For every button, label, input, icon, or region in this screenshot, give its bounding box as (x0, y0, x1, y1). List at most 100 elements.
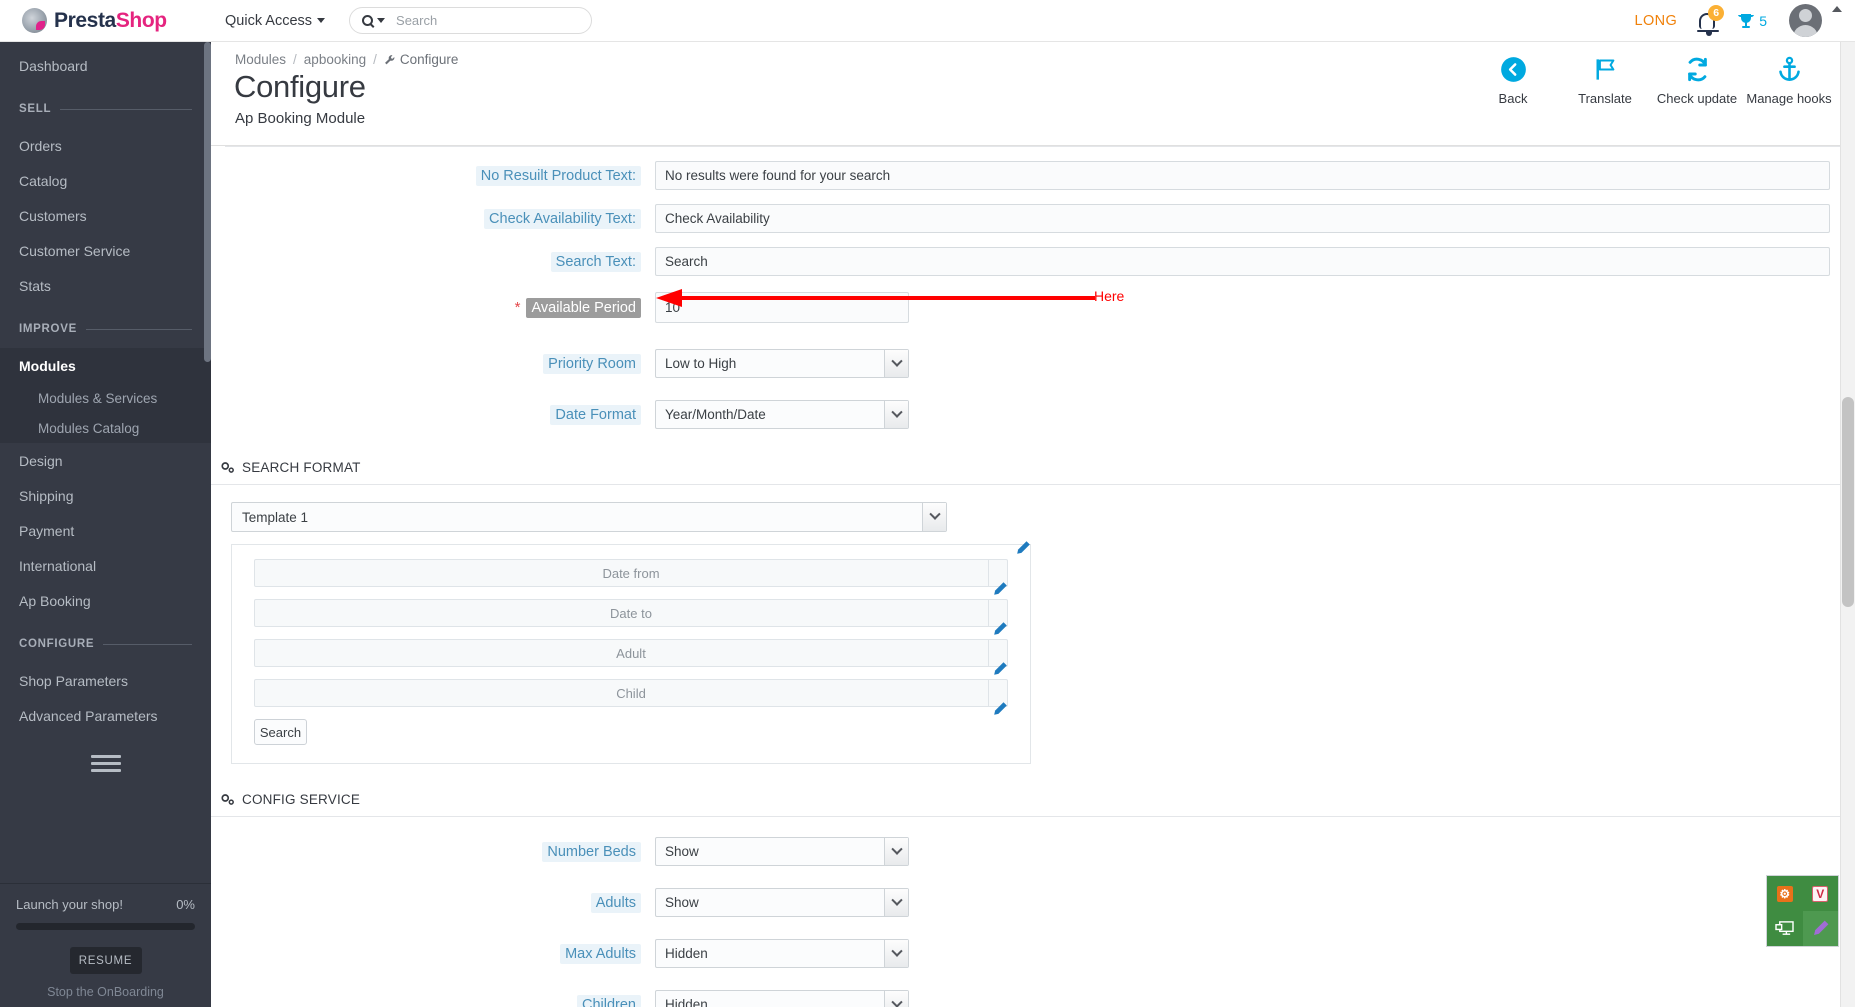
sidebar-item-orders[interactable]: Orders (0, 128, 211, 163)
date-format-selected-value: Year/Month/Date (665, 407, 766, 422)
template-field-child[interactable]: Child (254, 679, 1008, 715)
user-avatar[interactable] (1789, 4, 1822, 37)
search-scope-chevron-down-icon[interactable] (377, 18, 386, 23)
max-adults-select[interactable]: Hidden (655, 939, 909, 968)
search-format-section-title: SEARCH FORMAT (242, 460, 361, 475)
edit-pencil-icon[interactable] (992, 661, 1008, 677)
shop-name-link[interactable]: LONG (1635, 13, 1678, 29)
available-period-label: Available Period (526, 297, 641, 318)
template-field-date-to[interactable]: Date to (254, 599, 1008, 635)
quick-access-menu[interactable]: Quick Access (225, 13, 326, 29)
sidebar-collapse-toggle[interactable] (90, 755, 121, 772)
trophy-button[interactable]: 5 (1737, 13, 1767, 29)
no-result-product-text-label: No Resuilt Product Text: (475, 165, 641, 186)
chevron-down-icon (890, 996, 903, 1007)
sidebar-item-ap-booking[interactable]: Ap Booking (0, 583, 211, 618)
sidebar-item-modules[interactable]: Modules (0, 348, 211, 383)
form-label-wrap: Max Adults (235, 943, 655, 964)
children-select[interactable]: Hidden (655, 990, 909, 1007)
sidebar-item-modules-catalog[interactable]: Modules Catalog (0, 413, 211, 443)
tool-button-orange[interactable]: ⚙ (1767, 876, 1803, 911)
edit-pencil-icon[interactable] (992, 581, 1008, 597)
global-search-box[interactable]: Search (349, 7, 593, 34)
sidebar-item-customers[interactable]: Customers (0, 198, 211, 233)
sidebar-item-label-advanced-parameters: Advanced Parameters (19, 707, 158, 724)
edit-pencil-icon[interactable] (992, 621, 1008, 637)
date-format-select[interactable]: Year/Month/Date (655, 400, 909, 429)
breadcrumb-item-apbooking[interactable]: apbooking (304, 52, 366, 67)
date-format-label: Date Format (550, 404, 641, 425)
page-scrollbar-thumb[interactable] (1842, 397, 1854, 607)
onboarding-title: Launch your shop! (16, 897, 123, 912)
form-label-wrap: Adults (235, 892, 655, 913)
sidebar-item-design[interactable]: Design (0, 443, 211, 478)
sidebar-item-stats[interactable]: Stats (0, 268, 211, 303)
tool-button-pen[interactable] (1802, 911, 1838, 946)
search-icon (362, 15, 374, 26)
sidebar-item-international[interactable]: International (0, 548, 211, 583)
template-field-date-from[interactable]: Date from (254, 559, 1008, 595)
onboarding-resume-button[interactable]: RESUME (69, 947, 142, 974)
sidebar-scrollbar-thumb[interactable] (204, 42, 211, 362)
prestashop-logo[interactable]: PrestaShop (0, 8, 211, 33)
template-selected-value: Template 1 (242, 509, 309, 525)
breadcrumb-item-configure: Configure (384, 52, 458, 67)
sidebar-item-label-dashboard: Dashboard (19, 57, 88, 74)
template-search-button[interactable]: Search (254, 719, 307, 745)
sidebar-item-payment[interactable]: Payment (0, 513, 211, 548)
check-availability-text-input[interactable]: Check Availability (655, 204, 1830, 233)
form-row-priority-room: Priority Room Low to High (211, 349, 1855, 378)
no-result-product-text-input[interactable]: No results were found for your search (655, 161, 1830, 190)
priority-room-selected-value: Low to High (665, 356, 737, 371)
breadcrumb-item-modules[interactable]: Modules (235, 52, 286, 67)
breadcrumb-separator: / (293, 52, 297, 67)
priority-room-select[interactable]: Low to High (655, 349, 909, 378)
max-adults-selected-value: Hidden (665, 946, 708, 961)
global-search-input[interactable]: Search (396, 13, 437, 28)
manage-hooks-button[interactable]: Manage hooks (1743, 54, 1835, 106)
sidebar-item-label-ap-booking: Ap Booking (19, 592, 91, 609)
template-field-label-adult: Adult (616, 645, 646, 661)
sidebar-item-catalog[interactable]: Catalog (0, 163, 211, 198)
edit-pencil-icon[interactable] (1015, 540, 1031, 556)
back-button[interactable]: Back (1467, 54, 1559, 106)
sidebar-item-label-modules: Modules (19, 357, 76, 374)
sidebar-item-shop-parameters[interactable]: Shop Parameters (0, 663, 211, 698)
notification-count-badge: 6 (1708, 4, 1725, 21)
adults-selected-value: Show (665, 895, 699, 910)
number-beds-select[interactable]: Show (655, 837, 909, 866)
adults-select[interactable]: Show (655, 888, 909, 917)
template-select[interactable]: Template 1 (231, 502, 947, 532)
sidebar-item-modules-services[interactable]: Modules & Services (0, 383, 211, 413)
search-text-input[interactable]: Search (655, 247, 1830, 276)
sidebar-item-shipping[interactable]: Shipping (0, 478, 211, 513)
check-update-button-label: Check update (1656, 91, 1738, 106)
page-title: Configure (234, 69, 366, 104)
template-field-adult[interactable]: Adult (254, 639, 1008, 675)
prestashop-admin-page: PrestaShop Quick Access Search LONG 6 5 … (0, 0, 1855, 1007)
sidebar-item-dashboard[interactable]: Dashboard (0, 48, 211, 83)
brand-text-shop: Shop (115, 8, 167, 32)
page-scrollbar-track[interactable] (1840, 42, 1855, 1007)
tool-button-validator[interactable]: V (1803, 876, 1839, 911)
notifications-button[interactable]: 6 (1697, 4, 1725, 36)
tool-button-screen[interactable] (1767, 911, 1803, 946)
chevron-down-icon (890, 843, 903, 855)
translate-button[interactable]: Translate (1559, 54, 1651, 106)
main-content: No Resuilt Product Text: No results were… (211, 146, 1855, 1007)
wrench-icon (384, 54, 395, 64)
template-field-label-date-to: Date to (610, 605, 652, 621)
chevron-up-icon[interactable] (1832, 6, 1842, 12)
form-label-wrap: Search Text: (235, 251, 655, 272)
field-divider (988, 640, 989, 666)
sidebar-item-advanced-parameters[interactable]: Advanced Parameters (0, 698, 211, 733)
available-period-input[interactable]: 10 (655, 292, 909, 323)
number-beds-label: Number Beds (542, 841, 641, 862)
onboarding-stop-link[interactable]: Stop the OnBoarding (16, 985, 195, 999)
annotation-label: Here (1094, 288, 1125, 304)
priority-room-label: Priority Room (543, 353, 641, 374)
check-update-button[interactable]: Check update (1651, 54, 1743, 106)
field-divider (988, 560, 989, 586)
edit-pencil-icon[interactable] (992, 701, 1008, 717)
sidebar-item-customer-service[interactable]: Customer Service (0, 233, 211, 268)
